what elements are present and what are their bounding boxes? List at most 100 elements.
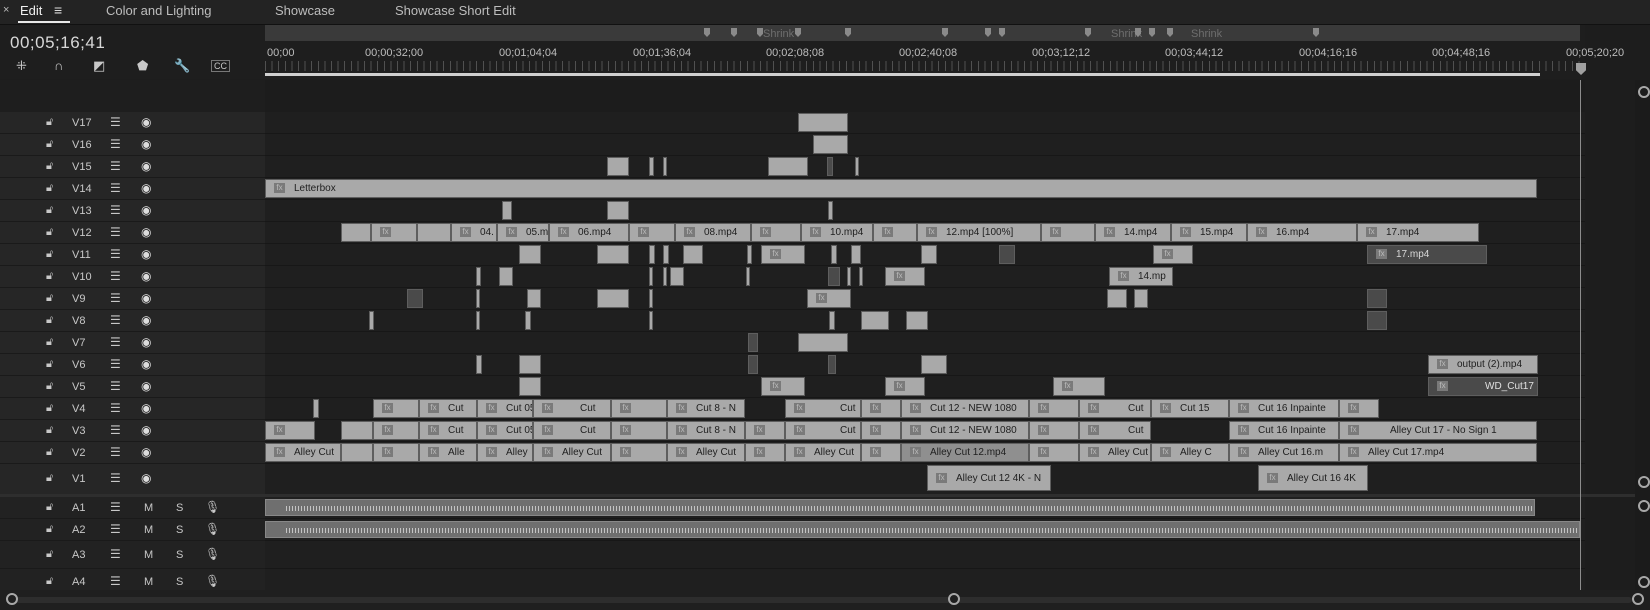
microphone-icon[interactable]: 🎙︎ — [205, 547, 220, 561]
clip[interactable]: fx Cut 12 - NEW 1080 — [901, 399, 1029, 418]
clip[interactable]: fx Cut — [1079, 421, 1151, 440]
mute-button[interactable]: M — [144, 576, 153, 588]
linked-selection-icon[interactable]: ◩ — [93, 58, 105, 74]
sync-lock-icon[interactable]: ☰ — [110, 423, 121, 437]
clip[interactable]: fx — [751, 223, 801, 242]
sync-lock-icon[interactable]: ☰ — [110, 203, 121, 217]
clip[interactable] — [768, 157, 808, 176]
clip[interactable]: fx Cut 16 Inpainte — [1229, 421, 1339, 440]
clip[interactable]: fx — [611, 399, 667, 418]
clip[interactable] — [607, 201, 629, 220]
clip[interactable]: fx Alley Cut — [1079, 443, 1151, 462]
clip[interactable]: fx — [807, 289, 851, 308]
eye-icon[interactable]: ◉ — [141, 225, 151, 239]
clip[interactable] — [828, 355, 836, 374]
clip[interactable]: fx Alley Cut 12 4K - N — [927, 465, 1051, 491]
mute-button[interactable]: M — [144, 502, 153, 514]
clip[interactable]: fx Cut 8 - N — [667, 421, 745, 440]
eye-icon[interactable]: ◉ — [141, 313, 151, 327]
sync-lock-icon[interactable]: ☰ — [110, 181, 121, 195]
eye-icon[interactable]: ◉ — [141, 471, 151, 485]
clip[interactable]: fx — [373, 421, 419, 440]
lock-icon[interactable]: 🔓︎ — [46, 424, 53, 437]
marker[interactable] — [985, 28, 991, 37]
eye-icon[interactable]: ◉ — [141, 379, 151, 393]
sync-lock-icon[interactable]: ☰ — [110, 137, 121, 151]
sync-lock-icon[interactable]: ☰ — [110, 115, 121, 129]
sync-lock-icon[interactable]: ☰ — [110, 159, 121, 173]
solo-button[interactable]: S — [176, 524, 183, 536]
clip[interactable]: fx Alley — [477, 443, 533, 462]
clip[interactable]: fx Cut — [1079, 399, 1151, 418]
eye-icon[interactable]: ◉ — [141, 247, 151, 261]
clip[interactable] — [649, 245, 655, 264]
clip[interactable] — [417, 223, 451, 242]
clip[interactable] — [859, 267, 863, 286]
clip[interactable] — [597, 289, 629, 308]
clip[interactable]: fx — [1029, 399, 1079, 418]
sync-lock-icon[interactable]: ☰ — [110, 357, 121, 371]
clip[interactable]: fx — [371, 223, 417, 242]
microphone-icon[interactable]: 🎙︎ — [205, 522, 220, 536]
clip[interactable]: fx — [885, 267, 925, 286]
clip[interactable]: fx — [1339, 399, 1379, 418]
clip[interactable]: fx 17.mp4 — [1367, 245, 1487, 264]
audio-clip[interactable] — [265, 499, 1535, 516]
lock-icon[interactable]: 🔓︎ — [46, 292, 53, 305]
clip[interactable] — [649, 157, 654, 176]
clip[interactable]: fx — [1153, 245, 1193, 264]
marker[interactable] — [1149, 28, 1155, 37]
sync-lock-icon[interactable]: ☰ — [110, 247, 121, 261]
eye-icon[interactable]: ◉ — [141, 269, 151, 283]
zoom-bar[interactable]: Shrink Shrink Shrink — [265, 25, 1580, 41]
clip[interactable]: fx Cut 05 — [477, 421, 533, 440]
clip-letterbox[interactable]: fx Letterbox — [265, 179, 1537, 198]
sync-lock-icon[interactable]: ☰ — [110, 471, 121, 485]
sync-lock-icon[interactable]: ☰ — [110, 445, 121, 459]
sync-lock-icon[interactable]: ☰ — [110, 547, 121, 561]
clip[interactable] — [670, 267, 684, 286]
eye-icon[interactable]: ◉ — [141, 137, 151, 151]
clip[interactable] — [313, 399, 319, 418]
clip[interactable]: fx output (2).mp4 — [1428, 355, 1538, 374]
clip[interactable]: fx — [265, 421, 315, 440]
clip[interactable]: fx 12.mp4 [100%] — [917, 223, 1041, 242]
eye-icon[interactable]: ◉ — [141, 423, 151, 437]
clip[interactable] — [607, 157, 629, 176]
clip[interactable]: fx Alley Cut — [265, 443, 341, 462]
marker[interactable] — [795, 28, 801, 37]
clip[interactable] — [1134, 289, 1148, 308]
mute-button[interactable]: M — [144, 524, 153, 536]
clip[interactable] — [649, 289, 653, 308]
clip[interactable] — [861, 311, 889, 330]
clip[interactable]: fx Alley Cut 17.mp4 — [1339, 443, 1537, 462]
audio-clip[interactable] — [265, 521, 1580, 538]
clip[interactable]: fx — [745, 443, 785, 462]
clip[interactable]: fx 08.mp4 — [675, 223, 751, 242]
clip[interactable] — [502, 201, 512, 220]
clip[interactable] — [748, 333, 758, 352]
scroll-track[interactable] — [12, 597, 1632, 603]
clip[interactable] — [847, 267, 851, 286]
marker[interactable] — [942, 28, 948, 37]
marker[interactable] — [704, 28, 710, 37]
add-marker-icon[interactable]: ⬟ — [137, 58, 148, 74]
mute-button[interactable]: M — [144, 549, 153, 561]
marker[interactable] — [731, 28, 737, 37]
eye-icon[interactable]: ◉ — [141, 203, 151, 217]
clip[interactable]: fx 14.mp4 — [1095, 223, 1171, 242]
clip[interactable]: fx Cut 12 - NEW 1080 — [901, 421, 1029, 440]
clip[interactable]: fx — [745, 421, 785, 440]
clip[interactable]: fx Alley Cut 16.m — [1229, 443, 1339, 462]
playhead-timecode[interactable]: 00;05;16;41 — [10, 33, 105, 53]
clip[interactable] — [519, 355, 541, 374]
eye-icon[interactable]: ◉ — [141, 357, 151, 371]
clip[interactable] — [831, 245, 837, 264]
clip[interactable]: fx — [611, 443, 667, 462]
clip[interactable]: fx Alley Cut — [533, 443, 611, 462]
clip[interactable]: fx 10.mp4 — [801, 223, 873, 242]
clip[interactable] — [828, 267, 840, 286]
clip[interactable] — [921, 245, 937, 264]
clip[interactable] — [663, 157, 667, 176]
clip[interactable]: fx 04. — [451, 223, 497, 242]
